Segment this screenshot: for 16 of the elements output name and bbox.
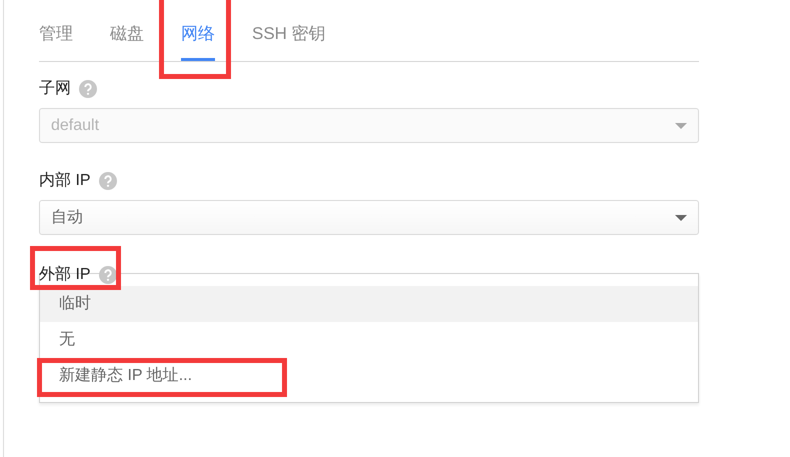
help-icon xyxy=(79,80,97,98)
caret-icon xyxy=(675,122,687,128)
tab[interactable]: SSH 密钥 xyxy=(252,20,326,61)
caret-icon xyxy=(675,214,687,220)
tab[interactable]: 管理 xyxy=(39,20,73,61)
field-label: 内部 IP xyxy=(39,170,91,191)
select-value: 自动 xyxy=(51,208,83,228)
select-field[interactable]: 自动 xyxy=(39,200,699,235)
tab[interactable]: 网络 xyxy=(181,20,215,61)
field-label: 外部 IP xyxy=(39,264,91,285)
field-label: 子网 xyxy=(39,79,71,99)
menu-option[interactable]: 临时 xyxy=(40,286,698,322)
help-icon xyxy=(98,172,117,190)
select-value: default xyxy=(51,116,100,136)
tab[interactable]: 磁盘 xyxy=(110,20,144,61)
menu-option[interactable]: 无 xyxy=(40,322,698,358)
